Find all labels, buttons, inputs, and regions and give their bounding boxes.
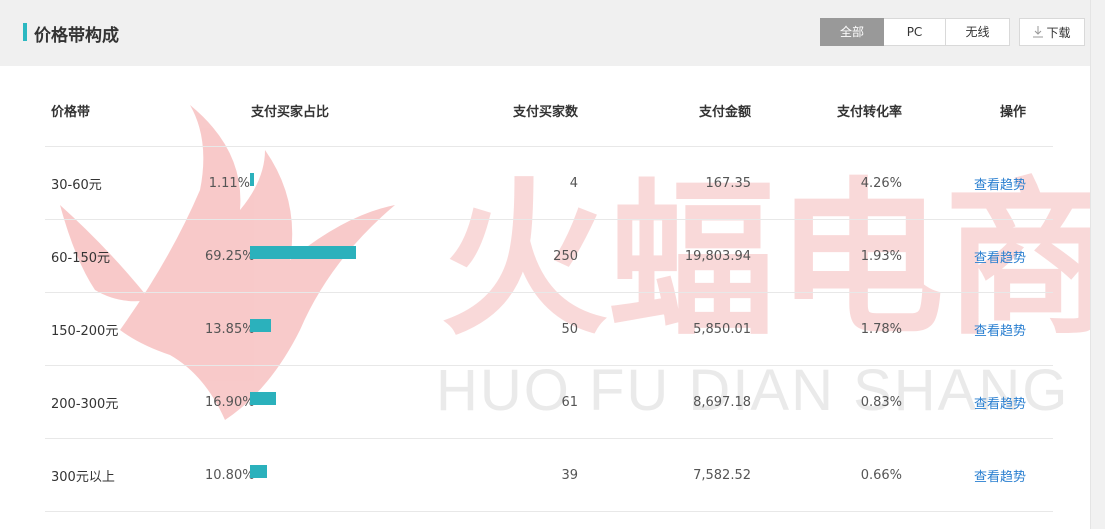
conversion-rate-cell: 1.78% [860,321,902,337]
buyer-share-cell: 69.25% [205,220,405,292]
col-header-buyers: 支付买家数 [512,104,578,120]
table-header-row: 价格带 支付买家占比 支付买家数 支付金额 支付转化率 操作 [45,74,1053,147]
payment-amount-cell: 19,803.94 [684,248,751,264]
buyer-share-cell: 1.11% [205,147,405,219]
table-row: 300元以上 10.80% 39 7,582.52 0.66% 查看趋势 [45,439,1053,512]
panel-title: 价格带构成 [34,26,119,46]
view-trend-link[interactable]: 查看趋势 [974,247,1026,266]
price-band-table: 价格带 支付买家占比 支付买家数 支付金额 支付转化率 操作 30-60元 1.… [45,74,1053,512]
conversion-rate-cell: 1.93% [860,248,902,264]
conversion-rate-cell: 0.83% [860,394,902,410]
buyer-count-cell: 39 [561,467,578,483]
title-accent-bar [23,23,27,41]
buyer-share-text: 1.11% [208,175,250,191]
action-cell: 查看趋势 [974,439,1026,511]
buyer-share-bar [250,173,254,186]
conversion-rate-cell: 4.26% [860,175,902,191]
view-trend-link[interactable]: 查看趋势 [974,393,1026,412]
buyer-share-cell: 10.80% [205,439,405,511]
table-row: 200-300元 16.90% 61 8,697.18 0.83% 查看趋势 [45,366,1053,439]
buyer-share-bar [250,246,356,259]
action-cell: 查看趋势 [974,147,1026,219]
buyer-share-cell: 13.85% [205,293,405,365]
download-icon [1033,26,1044,38]
panel-header: 价格带构成 全部 PC 无线 下载 [0,0,1105,66]
view-trend-link[interactable]: 查看趋势 [974,174,1026,193]
buyer-count-cell: 61 [561,394,578,410]
buyer-count-cell: 50 [561,321,578,337]
action-cell: 查看趋势 [974,293,1026,365]
payment-amount-cell: 8,697.18 [693,394,751,410]
buyer-share-cell: 16.90% [205,366,405,438]
price-band-cell: 150-200元 [51,323,119,339]
buyer-count-cell: 4 [569,175,578,191]
download-label: 下载 [1046,25,1071,40]
vertical-scrollbar[interactable] [1090,0,1105,529]
price-band-panel: 价格带构成 全部 PC 无线 下载 火蝠电商 HUO FU DIAN SHANG… [0,0,1105,529]
buyer-share-bar [250,465,267,478]
view-trend-link[interactable]: 查看趋势 [974,320,1026,339]
tab-mobile[interactable]: 无线 [946,18,1010,46]
payment-amount-cell: 5,850.01 [693,321,751,337]
download-button[interactable]: 下载 [1019,18,1085,46]
col-header-rate: 支付转化率 [836,104,902,120]
action-cell: 查看趋势 [974,220,1026,292]
payment-amount-cell: 7,582.52 [693,467,751,483]
tab-all[interactable]: 全部 [820,18,884,46]
table-row: 150-200元 13.85% 50 5,850.01 1.78% 查看趋势 [45,293,1053,366]
buyer-share-text: 16.90% [205,394,255,410]
price-band-cell: 300元以上 [51,469,115,485]
buyer-share-bar [250,319,271,332]
col-header-amount: 支付金额 [698,104,751,120]
price-band-cell: 30-60元 [51,177,102,193]
table-row: 60-150元 69.25% 250 19,803.94 1.93% 查看趋势 [45,220,1053,293]
tab-pc[interactable]: PC [884,18,946,46]
buyer-share-text: 13.85% [205,321,255,337]
channel-tabs: 全部 PC 无线 [820,18,1010,46]
table-row: 30-60元 1.11% 4 167.35 4.26% 查看趋势 [45,147,1053,220]
buyer-share-text: 10.80% [205,467,255,483]
payment-amount-cell: 167.35 [705,175,752,191]
buyer-share-text: 69.25% [205,248,255,264]
conversion-rate-cell: 0.66% [860,467,902,483]
col-header-pct: 支付买家占比 [251,104,330,120]
action-cell: 查看趋势 [974,366,1026,438]
col-header-band: 价格带 [51,104,91,120]
price-band-cell: 200-300元 [51,396,119,412]
buyer-share-bar [250,392,276,405]
col-header-action: 操作 [999,104,1026,120]
price-band-cell: 60-150元 [51,250,111,266]
view-trend-link[interactable]: 查看趋势 [974,466,1026,485]
buyer-count-cell: 250 [553,248,578,264]
